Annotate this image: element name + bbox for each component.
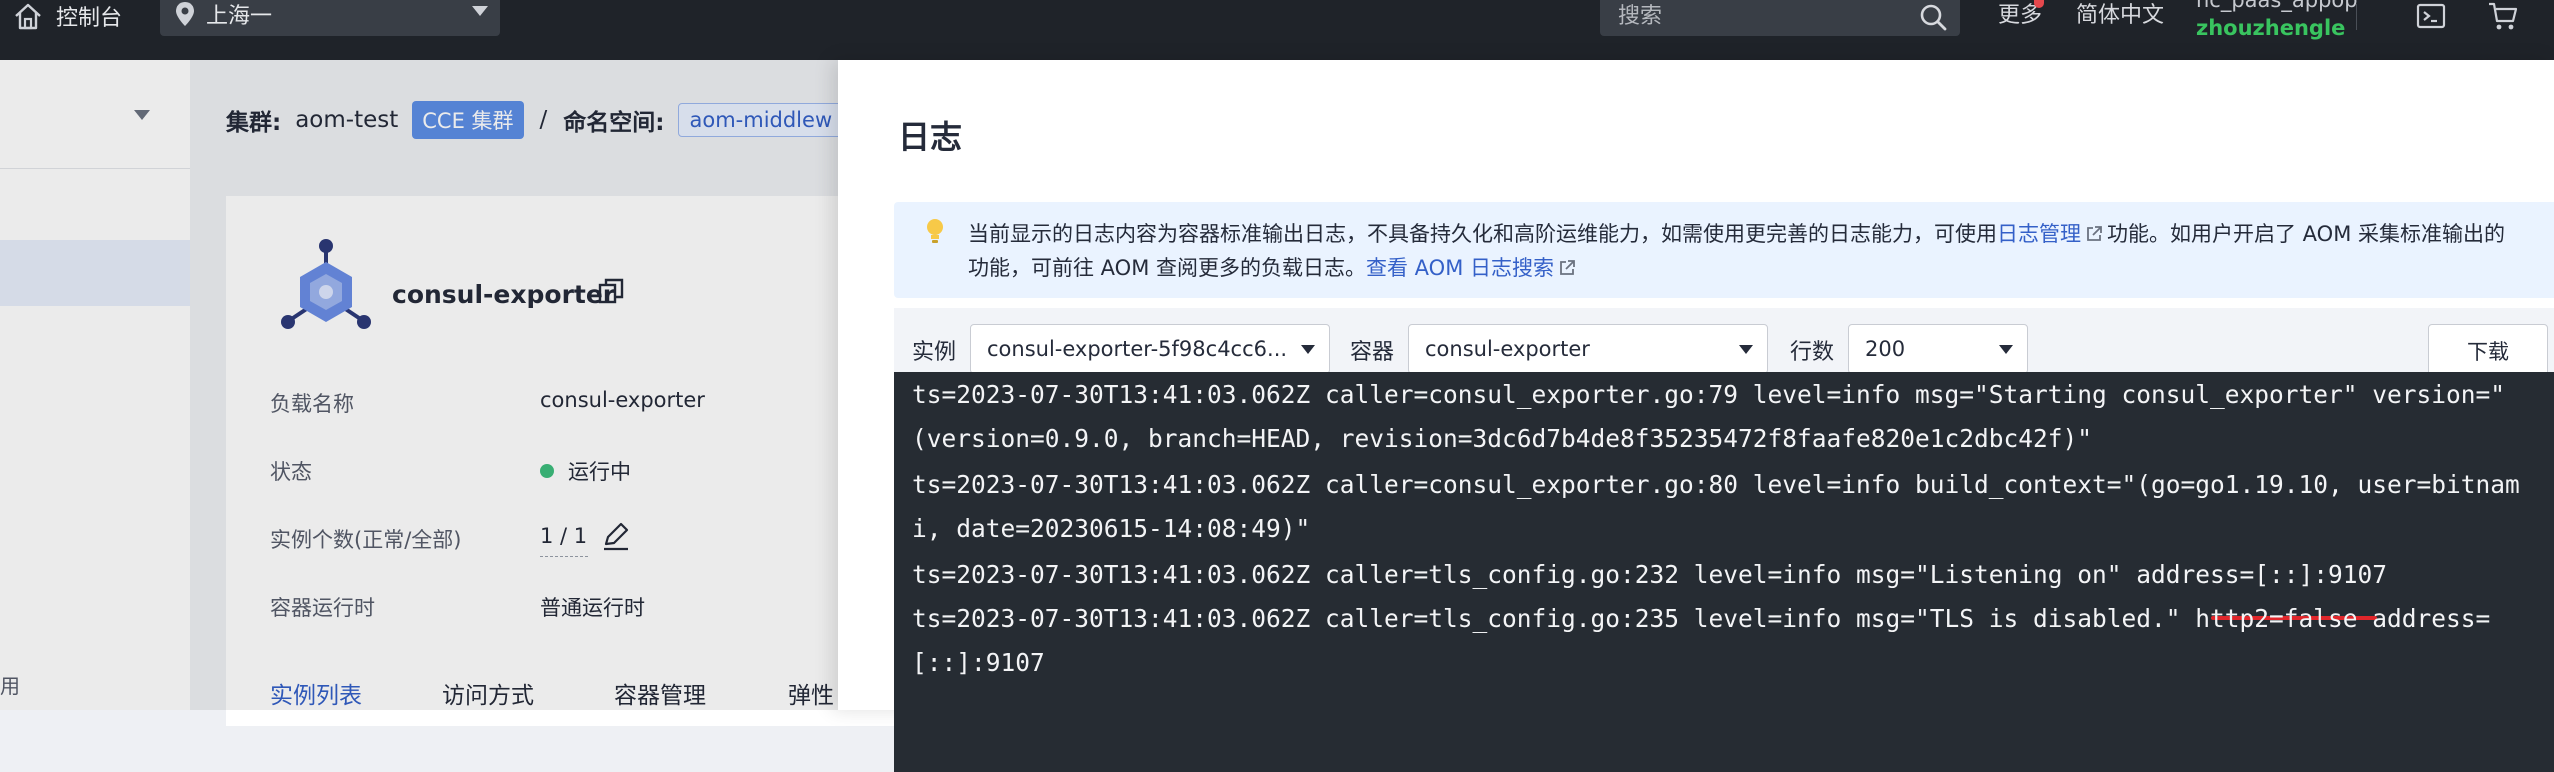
top-navigation-bar: 控制台 上海一 搜索 更多 简体中文 hc_paas_appop zhouzhe…	[0, 0, 2554, 60]
info-notice: 当前显示的日志内容为容器标准输出日志，不具备持久化和高阶运维能力，如需使用更完善…	[894, 202, 2554, 298]
global-search-input[interactable]: 搜索	[1600, 0, 1960, 36]
account-name[interactable]: hc_paas_appop	[2196, 0, 2358, 12]
chevron-down-icon	[1739, 345, 1753, 354]
divider	[2356, 4, 2357, 30]
home-icon	[15, 3, 41, 30]
region-value: 上海一	[206, 4, 273, 29]
lightbulb-icon	[927, 219, 943, 243]
container-select[interactable]: consul-exporter	[1408, 324, 1768, 374]
container-select-value: consul-exporter	[1425, 337, 1590, 361]
notice-text: 功能，可前往 AOM 查阅更多的负载日志。	[968, 256, 1366, 280]
chevron-down-icon	[472, 6, 488, 16]
notice-line-2: 功能，可前往 AOM 查阅更多的负载日志。查看 AOM 日志搜索	[968, 252, 1580, 282]
aom-log-search-link[interactable]: 查看 AOM 日志搜索	[1366, 256, 1554, 280]
external-link-icon[interactable]	[1558, 259, 1576, 277]
instance-select-value: consul-exporter-5f98c4cc6...	[987, 337, 1288, 361]
chevron-down-icon	[1301, 345, 1315, 354]
terminal-icon[interactable]	[2414, 0, 2448, 34]
cart-icon[interactable]	[2486, 0, 2520, 34]
log-console[interactable]: ts=2023-07-30T13:41:03.062Z caller=consu…	[894, 372, 2554, 772]
log-line: ts=2023-07-30T13:41:03.062Z caller=tls_c…	[912, 604, 2491, 633]
log-line: ts=2023-07-30T13:41:03.062Z caller=tls_c…	[912, 560, 2388, 589]
lines-select[interactable]: 200	[1848, 324, 2028, 374]
chevron-down-icon	[1999, 345, 2013, 354]
language-switcher[interactable]: 简体中文	[2076, 0, 2164, 32]
container-label: 容器	[1350, 340, 1395, 365]
notice-line-1: 当前显示的日志内容为容器标准输出日志，不具备持久化和高阶运维能力，如需使用更完善…	[968, 218, 2505, 248]
drawer-title: 日志	[898, 118, 963, 156]
log-drawer: 日志 当前显示的日志内容为容器标准输出日志，不具备持久化和高阶运维能力，如需使用…	[838, 60, 2554, 772]
notification-dot	[2034, 0, 2044, 8]
external-link-icon[interactable]	[2085, 225, 2103, 243]
lines-select-value: 200	[1865, 337, 1906, 361]
instance-select[interactable]: consul-exporter-5f98c4cc6...	[970, 324, 1330, 374]
console-label: 控制台	[56, 6, 123, 31]
drawer-mask-overlay[interactable]	[0, 60, 838, 710]
log-line: [::]:9107	[912, 648, 1045, 677]
lines-label: 行数	[1790, 340, 1835, 365]
download-button[interactable]: 下载	[2428, 324, 2548, 378]
log-management-link[interactable]: 日志管理	[1997, 222, 2081, 246]
notice-text: 功能。如用户开启了 AOM 采集标准输出的	[2107, 222, 2505, 246]
region-selector[interactable]: 上海一	[160, 0, 500, 36]
search-icon[interactable]	[1918, 2, 1948, 32]
location-pin-icon	[176, 2, 194, 26]
log-line: i, date=20230615-14:08:49)"	[912, 514, 1311, 543]
user-name[interactable]: zhouzhengle	[2196, 16, 2345, 40]
instance-label: 实例	[912, 340, 957, 365]
search-placeholder: 搜索	[1618, 4, 1663, 29]
log-line: ts=2023-07-30T13:41:03.062Z caller=consu…	[912, 470, 2520, 499]
log-line: ts=2023-07-30T13:41:03.062Z caller=consu…	[912, 380, 2506, 409]
console-home-link[interactable]: 控制台	[12, 0, 122, 32]
notice-text: 当前显示的日志内容为容器标准输出日志，不具备持久化和高阶运维能力，如需使用更完善…	[968, 222, 1997, 246]
log-line: (version=0.9.0, branch=HEAD, revision=3d…	[912, 424, 2093, 453]
